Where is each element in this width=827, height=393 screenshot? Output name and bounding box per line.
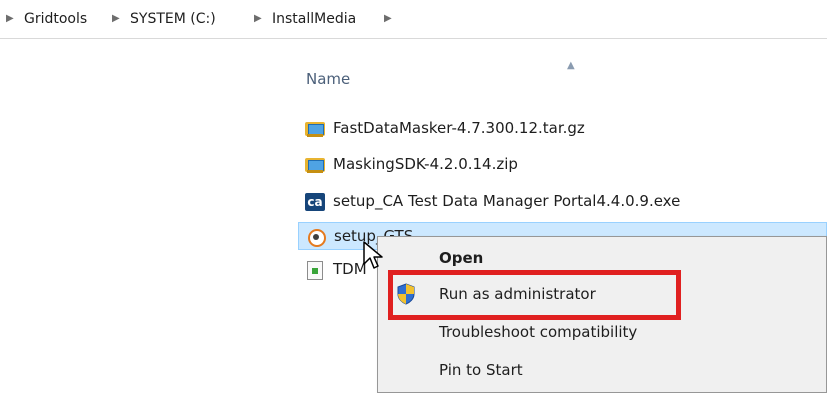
file-name: setup_CA Test Data Manager Portal4.4.0.9…: [333, 192, 681, 210]
breadcrumb-item-gridtools[interactable]: Gridtools: [24, 11, 87, 27]
file-row[interactable]: MaskingSDK-4.2.0.14.zip: [298, 151, 827, 179]
breadcrumb: ▶ Gridtools ▶ SYSTEM (C:) ▶ InstallMedia…: [0, 0, 827, 39]
mouse-cursor-icon: [363, 241, 383, 269]
file-row[interactable]: ca setup_CA Test Data Manager Portal4.4.…: [298, 188, 827, 216]
breadcrumb-chevron-icon[interactable]: ▶: [112, 13, 120, 24]
ca-app-icon: ca: [305, 193, 325, 211]
highlight-box: [388, 270, 681, 320]
breadcrumb-chevron-icon[interactable]: ▶: [254, 13, 262, 24]
menu-item-troubleshoot-compatibility[interactable]: Troubleshoot compatibility: [379, 316, 827, 348]
breadcrumb-item-system-drive[interactable]: SYSTEM (C:): [130, 11, 216, 27]
column-header-name[interactable]: Name: [306, 70, 350, 88]
menu-item-pin-to-start[interactable]: Pin to Start: [379, 354, 827, 386]
file-name: FastDataMasker-4.7.300.12.tar.gz: [333, 119, 585, 137]
text-file-icon: [307, 261, 323, 280]
file-name: MaskingSDK-4.2.0.14.zip: [333, 155, 518, 173]
archive-icon: [305, 156, 325, 174]
file-row[interactable]: FastDataMasker-4.7.300.12.tar.gz: [298, 115, 827, 143]
menu-item-label: Pin to Start: [439, 361, 523, 379]
breadcrumb-chevron-icon[interactable]: ▶: [6, 13, 14, 24]
setup-icon: [306, 228, 326, 247]
archive-icon: [305, 120, 325, 138]
menu-item-label: Open: [439, 249, 484, 267]
sort-ascending-icon: ▲: [567, 60, 575, 71]
breadcrumb-chevron-icon[interactable]: ▶: [384, 13, 392, 24]
breadcrumb-item-installmedia[interactable]: InstallMedia: [272, 11, 356, 27]
menu-item-label: Troubleshoot compatibility: [439, 323, 638, 341]
